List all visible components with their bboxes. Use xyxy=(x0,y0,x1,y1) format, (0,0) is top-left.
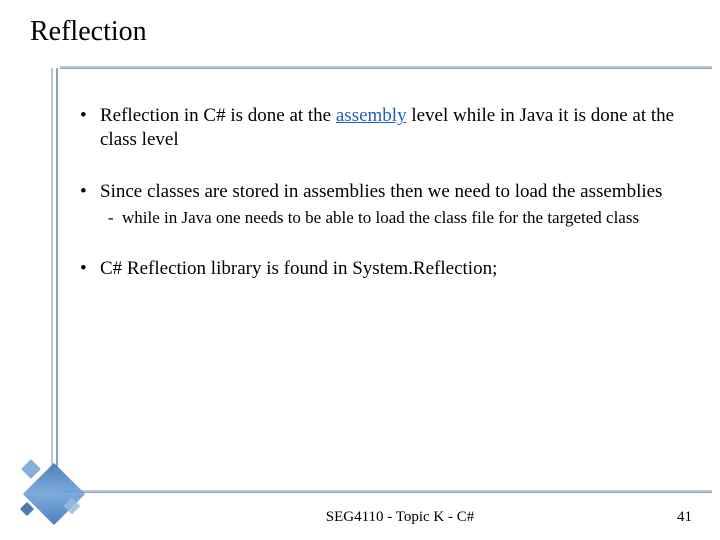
diamond-icon xyxy=(21,459,41,479)
title-underline xyxy=(60,66,712,68)
page-number: 41 xyxy=(677,509,692,526)
slide: Reflection Reflection in C# is done at t… xyxy=(0,0,720,540)
slide-body: Reflection in C# is done at the assembly… xyxy=(80,104,680,308)
vertical-rule-inner xyxy=(56,68,58,467)
footer-rule xyxy=(62,490,712,492)
sub-list: while in Java one needs to be able to lo… xyxy=(108,207,680,228)
vertical-rule-outer xyxy=(51,68,53,472)
bullet-1: Reflection in C# is done at the assembly… xyxy=(80,104,680,152)
bullet-1-pre: Reflection in C# is done at the xyxy=(100,105,336,126)
assembly-link[interactable]: assembly xyxy=(336,105,407,126)
bullet-2-sub: while in Java one needs to be able to lo… xyxy=(108,207,680,228)
bullet-2-text: Since classes are stored in assemblies t… xyxy=(100,181,662,202)
bullet-2: Since classes are stored in assemblies t… xyxy=(80,180,680,229)
bullet-3: C# Reflection library is found in System… xyxy=(80,257,680,281)
slide-title: Reflection xyxy=(30,16,147,48)
footer-text: SEG4110 - Topic K - C# xyxy=(0,509,720,526)
bullet-list: Reflection in C# is done at the assembly… xyxy=(80,104,680,280)
